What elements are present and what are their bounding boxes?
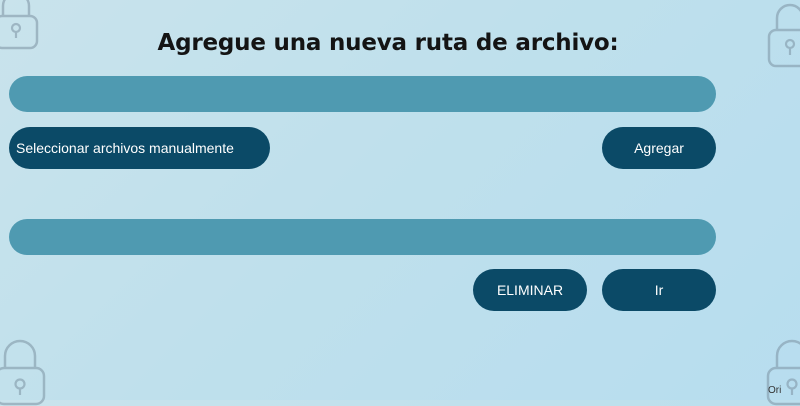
file-path-input[interactable] xyxy=(9,76,716,112)
delete-button[interactable]: ELIMINAR xyxy=(473,269,587,311)
padlock-icon xyxy=(0,334,50,406)
go-button[interactable]: Ir xyxy=(602,269,716,311)
watermark-label: Ori xyxy=(768,385,782,396)
add-button[interactable]: Agregar xyxy=(602,127,716,169)
page-title: Agregue una nueva ruta de archivo: xyxy=(157,30,619,56)
selected-path-input[interactable] xyxy=(9,219,716,255)
select-files-button[interactable]: Seleccionar archivos manualmente xyxy=(9,127,270,169)
